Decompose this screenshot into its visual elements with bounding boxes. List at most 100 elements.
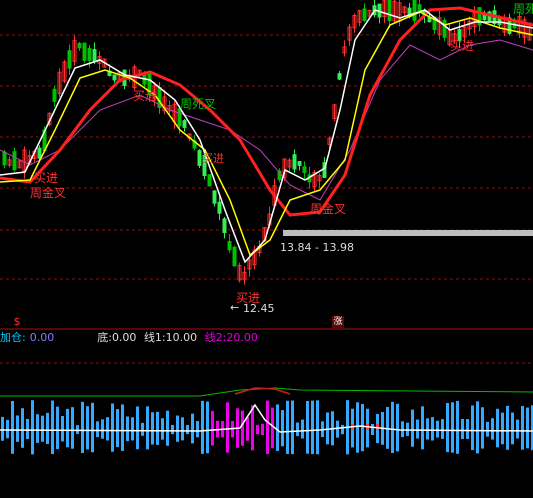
histogram-bar [101,419,104,439]
histogram-bar [271,407,274,449]
histogram-bar [126,416,129,442]
bottom-label: 底: [97,331,112,344]
histogram-bar [416,419,419,439]
histogram-bar [311,400,314,455]
low-arrow-icon: ← [230,301,240,314]
range-label: 13.84 - 13.98 [280,241,354,254]
line2-label: 线2: [204,331,227,344]
histogram-bar [516,419,519,439]
histogram-bar [156,411,159,445]
histogram-bar [141,422,144,436]
histogram-bar [176,415,179,442]
histogram-bar [61,416,64,442]
buy-label-top: 买进 [450,39,475,53]
histogram-bar [76,425,79,434]
add-position-label: 加仓: [0,331,26,344]
histogram-bar [261,423,264,436]
candle-body [417,4,422,11]
histogram-bar [521,405,524,450]
histogram-bar [1,416,4,441]
histogram-bar [161,418,164,440]
week-golden-cross-label-right: 周金叉 [310,202,347,216]
candle-body [362,8,367,21]
histogram-bar [486,421,489,437]
histogram-bar [241,410,244,446]
histogram-bar [11,400,14,454]
candle-body [82,42,87,61]
candle-body [207,174,212,187]
histogram-bar [391,401,394,454]
histogram-bar [371,423,374,435]
histogram-bar [86,406,89,450]
buy-label-mid: 买进 [133,89,158,103]
histogram-bar [96,421,99,438]
candle-body [292,154,297,170]
histogram-bar [481,407,484,449]
week-golden-cross-label-left: 周金叉 [30,186,67,200]
candle-body [442,19,447,38]
histogram-bar [301,419,304,439]
histogram-bar [461,419,464,439]
candle-body [112,74,117,81]
candle-body [197,150,202,166]
week-dead-cross-label-top: 周死 [513,2,533,16]
histogram-bar [511,412,514,445]
bottom-value: 0.00 [111,331,137,344]
histogram-bar [211,410,214,446]
histogram-bar [266,400,269,455]
histogram-bar [256,424,259,435]
dollar-marker-icon[interactable]: $ [11,316,23,328]
histogram-bar [291,400,294,455]
line1-value: 10.00 [165,331,198,344]
histogram-bar [131,417,134,441]
rise-marker-icon[interactable]: 涨 [332,316,344,328]
histogram-bar [201,400,204,454]
ma60-line [0,39,533,201]
histogram-bar [46,412,49,445]
candle-body [297,160,302,167]
histogram-bar [436,420,439,438]
low-price-label: 12.45 [243,302,275,315]
indicator-header: 加仓: 0.00 底:0.00 线1:10.00 线2:20.00 [0,330,533,346]
histogram-bar [146,406,149,450]
histogram-bar [296,422,299,437]
candle-body [412,0,417,21]
histogram-bar [471,405,474,451]
histogram-bar [316,400,319,455]
histogram-bar [491,418,494,440]
histogram-bar [186,424,189,435]
candle-body [52,88,57,102]
histogram-bar [6,419,9,439]
week-dead-cross-label: 周死叉 [180,97,217,111]
candle-body [77,42,82,49]
histogram-bar [441,419,444,439]
histogram-bar [16,415,19,442]
histogram-bar [31,400,34,455]
candle-body [12,151,17,171]
histogram-bar [196,421,199,438]
histogram-bar [21,408,24,448]
histogram-bar [446,403,449,453]
histogram-bar [51,400,54,455]
candle-body [227,241,232,251]
histogram-bar [56,406,59,450]
buy-label-left: 买进 [34,171,59,185]
histogram-bar [426,418,429,440]
candle-body [222,218,227,234]
candle-body [337,73,342,80]
candle-body [92,49,97,63]
histogram-bar [356,402,359,453]
stock-chart[interactable] [0,0,533,498]
histogram-bar [26,418,29,440]
candle-body [37,147,42,159]
histogram-bar [71,407,74,449]
candle-body [87,47,92,61]
histogram-bar [336,420,339,438]
histogram-bar [281,410,284,447]
histogram-bar [171,424,174,435]
histogram-bar [286,400,289,454]
histogram-bar [111,403,114,452]
candle-body [177,108,182,127]
histogram-bar [136,406,139,450]
histogram-bar [341,424,344,435]
